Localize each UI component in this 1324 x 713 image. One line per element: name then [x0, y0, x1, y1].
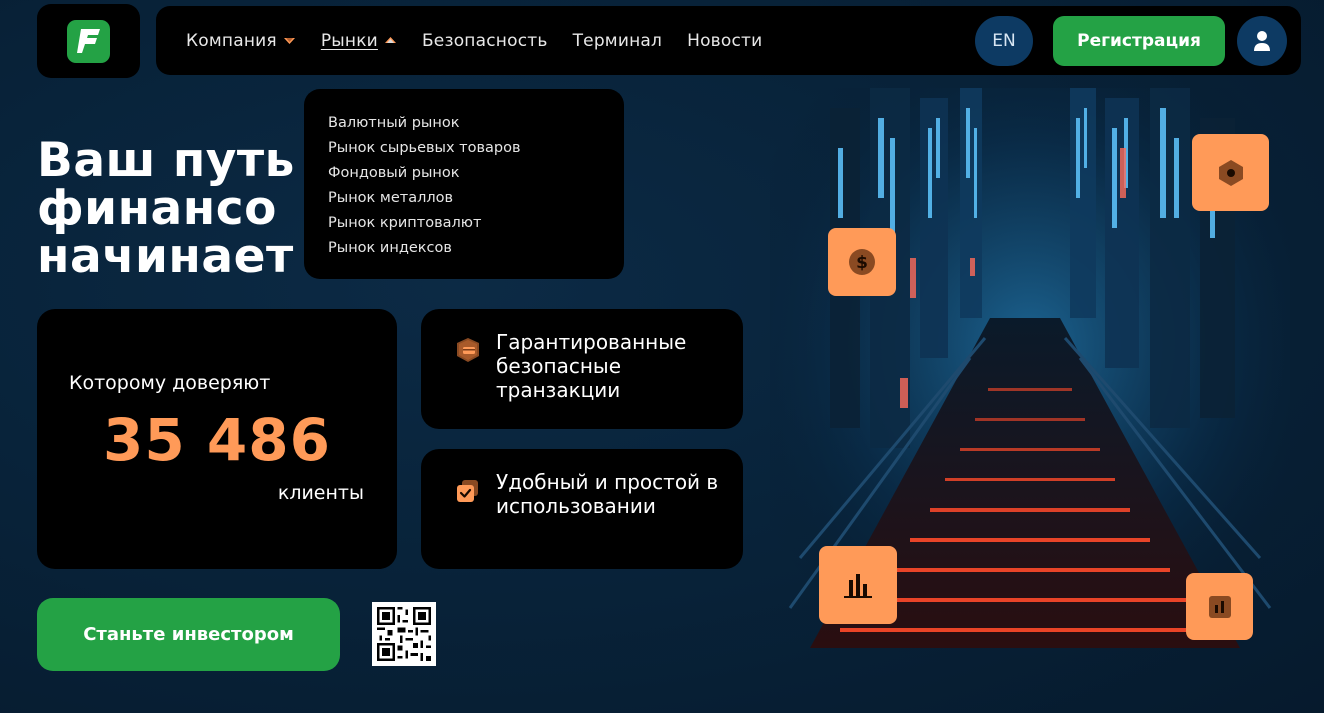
dropdown-item-stocks[interactable]: Фондовый рынок	[328, 161, 600, 186]
hexagon-badge	[1192, 134, 1269, 211]
feature-card-secure: Гарантированные безопасные транзакции	[421, 309, 743, 429]
bar-chart-badge	[819, 546, 897, 624]
logo-container[interactable]	[37, 4, 140, 78]
signal-badge	[1186, 573, 1253, 640]
dropdown-item-crypto[interactable]: Рынок криптовалют	[328, 211, 600, 236]
qr-code-icon	[372, 602, 436, 666]
feature-text: Гарантированные безопасные транзакции	[496, 330, 687, 402]
signal-bars-icon	[1208, 595, 1231, 618]
top-navbar: Компания Рынки Безопасность Терминал Нов…	[156, 6, 1301, 75]
card-shield-icon	[457, 338, 479, 362]
nav-item-security[interactable]: Безопасность	[422, 31, 548, 51]
hexagon-icon	[1218, 159, 1243, 186]
nav-item-label: Компания	[186, 30, 277, 51]
client-count: 35 486	[103, 406, 331, 474]
language-button[interactable]: EN	[975, 16, 1033, 66]
svg-text:$: $	[856, 253, 868, 273]
feature-card-easy: Удобный и простой в использовании	[421, 449, 743, 569]
brand-logo-icon	[67, 19, 110, 63]
nav-item-terminal[interactable]: Терминал	[573, 31, 663, 51]
markets-dropdown: Валютный рынок Рынок сырьевых товаров Фо…	[304, 89, 624, 279]
bar-chart-icon	[844, 574, 872, 598]
nav-item-company[interactable]: Компания	[186, 31, 296, 51]
caret-up-icon	[384, 37, 396, 43]
nav-item-label: Рынки	[320, 30, 378, 51]
clients-label: клиенты	[277, 482, 364, 504]
user-avatar-button[interactable]	[1237, 16, 1287, 66]
nav-item-markets[interactable]: Рынки	[321, 31, 397, 51]
register-button[interactable]: Регистрация	[1053, 16, 1225, 66]
dropdown-item-metals[interactable]: Рынок металлов	[328, 186, 600, 211]
stats-card: Которому доверяют 35 486 клиенты	[37, 309, 397, 569]
nav-item-label: Безопасность	[421, 30, 548, 51]
nav-item-label: Терминал	[572, 30, 663, 51]
dollar-coin-icon: $	[849, 249, 875, 275]
qr-code[interactable]	[372, 602, 436, 666]
become-investor-button[interactable]: Станьте инвестором	[37, 598, 340, 671]
feature-text: Удобный и простой в использовании	[496, 470, 719, 518]
dropdown-item-forex[interactable]: Валютный рынок	[328, 111, 600, 136]
dropdown-item-commodities[interactable]: Рынок сырьевых товаров	[328, 136, 600, 161]
dropdown-item-indices[interactable]: Рынок индексов	[328, 236, 600, 261]
checkbox-icon	[457, 480, 478, 502]
hero-illustration: $	[770, 88, 1290, 658]
trust-label: Которому доверяют	[69, 372, 271, 394]
nav-item-label: Новости	[687, 30, 763, 51]
nav-links: Компания Рынки Безопасность Терминал Нов…	[186, 6, 762, 75]
user-icon	[1254, 31, 1270, 51]
hero-line-2-start: финансо	[37, 181, 277, 236]
dollar-badge: $	[828, 228, 896, 296]
caret-down-icon	[283, 38, 295, 44]
nav-item-news[interactable]: Новости	[687, 31, 762, 51]
